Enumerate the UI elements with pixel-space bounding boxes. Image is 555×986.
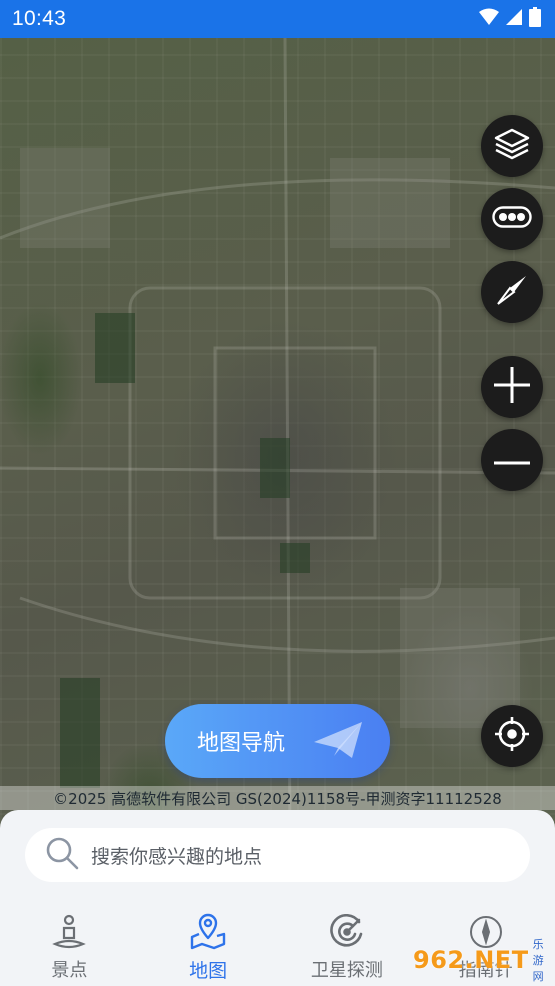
signal-icon: [505, 8, 523, 30]
locate-button[interactable]: [481, 705, 543, 767]
wifi-icon: [479, 8, 499, 30]
tab-map-label: 地图: [189, 960, 228, 982]
tab-map[interactable]: 地图: [139, 906, 278, 986]
status-icons: [479, 7, 541, 31]
watermark-sub: 乐游网: [532, 938, 544, 983]
minus-icon: [492, 451, 532, 470]
zoom-in-button[interactable]: [481, 356, 543, 418]
traffic-button[interactable]: [481, 188, 543, 250]
search-placeholder: 搜索你感兴趣的地点: [91, 845, 263, 868]
tab-scenic-spots[interactable]: 景点: [0, 906, 139, 986]
tab-satellite-detect[interactable]: 卫星探测: [278, 906, 417, 986]
map-navigation-label: 地图导航: [197, 731, 286, 756]
tab-scenic-spots-label: 景点: [51, 960, 88, 981]
compass-button[interactable]: [481, 261, 543, 323]
radar-icon: [329, 906, 365, 950]
site-watermark: 962.NET 乐游网: [413, 938, 551, 983]
layers-button[interactable]: [481, 115, 543, 177]
battery-icon: [529, 7, 541, 31]
paper-plane-icon: [312, 720, 364, 766]
plus-icon: [492, 365, 532, 409]
zoom-out-button[interactable]: [481, 429, 543, 491]
landmark-icon: [52, 906, 87, 950]
traffic-icon: [492, 206, 532, 232]
compass-icon: [494, 272, 530, 312]
layers-icon: [493, 125, 531, 167]
watermark-brand: 962.NET: [413, 946, 529, 974]
search-icon: [45, 836, 79, 874]
map-navigation-button[interactable]: 地图导航: [165, 704, 390, 778]
status-time: 10:43: [12, 7, 67, 30]
status-bar: 10:43: [0, 0, 555, 38]
map-copyright: ©2025 高德软件有限公司 GS(2024)1158号-甲测资字1111252…: [0, 786, 555, 810]
tab-satellite-detect-label: 卫星探测: [310, 960, 383, 981]
map-pin-icon: [189, 906, 227, 950]
search-input[interactable]: 搜索你感兴趣的地点: [25, 828, 530, 882]
crosshair-icon: [493, 715, 531, 757]
